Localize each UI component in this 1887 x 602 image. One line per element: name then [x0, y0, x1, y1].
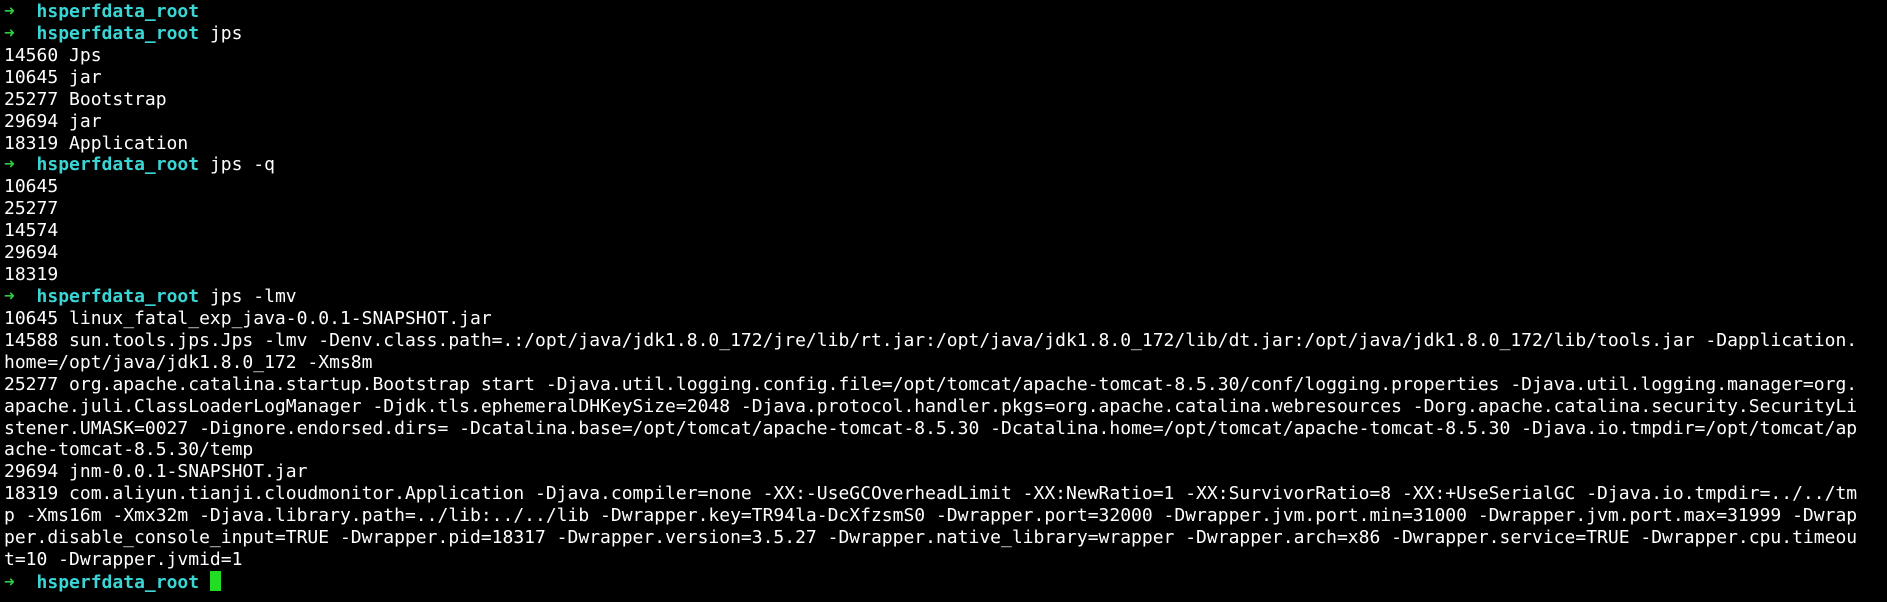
output-line: 14588 sun.tools.jps.Jps -lmv -Denv.class…	[4, 329, 1858, 351]
prompt-line: ➜ hsperfdata_root	[4, 1, 1887, 23]
prompt-line: ➜ hsperfdata_root	[4, 570, 1887, 593]
output-line: apache.juli.ClassLoaderLogManager -Djdk.…	[4, 395, 1858, 417]
output-line: 18319 com.aliyun.tianji.cloudmonitor.App…	[4, 483, 1858, 505]
output-line: stener.UMASK=0027 -Dignore.endorsed.dirs…	[4, 417, 1858, 439]
prompt-arrow-icon: ➜	[4, 154, 15, 176]
command-text: jps	[209, 22, 243, 44]
prompt-line: ➜ hsperfdata_root jps -q	[4, 154, 1887, 176]
prompt-directory: hsperfdata_root	[36, 22, 200, 44]
command-text: jps -q	[209, 154, 275, 176]
output-line: 18319	[4, 264, 59, 286]
output-line: ache-tomcat-8.5.30/temp	[4, 439, 254, 461]
output-line: 25277 org.apache.catalina.startup.Bootst…	[4, 373, 1858, 395]
text-cursor[interactable]	[209, 570, 221, 591]
output-line: 29694 jnm-0.0.1-SNAPSHOT.jar	[4, 461, 308, 483]
prompt-directory: hsperfdata_root	[36, 285, 200, 307]
prompt-directory: hsperfdata_root	[36, 1, 200, 22]
output-line: 25277	[4, 198, 59, 220]
prompt-directory: hsperfdata_root	[36, 571, 200, 593]
output-line: t=10 -Dwrapper.jvmid=1	[4, 549, 243, 571]
output-line: 10645 linux_fatal_exp_java-0.0.1-SNAPSHO…	[4, 307, 492, 329]
output-line: p -Xms16m -Xmx32m -Djava.library.path=..…	[4, 505, 1858, 527]
output-line: 14574	[4, 220, 59, 242]
prompt-arrow-icon: ➜	[4, 571, 15, 593]
output-line: 10645	[4, 176, 59, 198]
output-line: 14560 Jps	[4, 44, 102, 66]
output-line: home=/opt/java/jdk1.8.0_172 -Xms8m	[4, 351, 373, 373]
output-line: 10645 jar	[4, 66, 102, 88]
terminal-window[interactable]: ➜ hsperfdata_root ➜ hsperfdata_root jps 1…	[0, 0, 1887, 602]
output-line: per.disable_console_input=TRUE -Dwrapper…	[4, 527, 1858, 549]
command-text: jps -lmv	[209, 285, 297, 307]
prompt-arrow-icon: ➜	[4, 1, 15, 22]
prompt-line: ➜ hsperfdata_root jps -lmv	[4, 286, 1887, 308]
output-line: 18319 Application	[4, 132, 189, 154]
prompt-directory: hsperfdata_root	[36, 154, 200, 176]
output-line: 29694	[4, 242, 59, 264]
output-line: 29694 jar	[4, 110, 102, 132]
prompt-arrow-icon: ➜	[4, 285, 15, 307]
prompt-line: ➜ hsperfdata_root jps	[4, 23, 1887, 45]
output-line: 25277 Bootstrap	[4, 88, 167, 110]
prompt-arrow-icon: ➜	[4, 22, 15, 44]
